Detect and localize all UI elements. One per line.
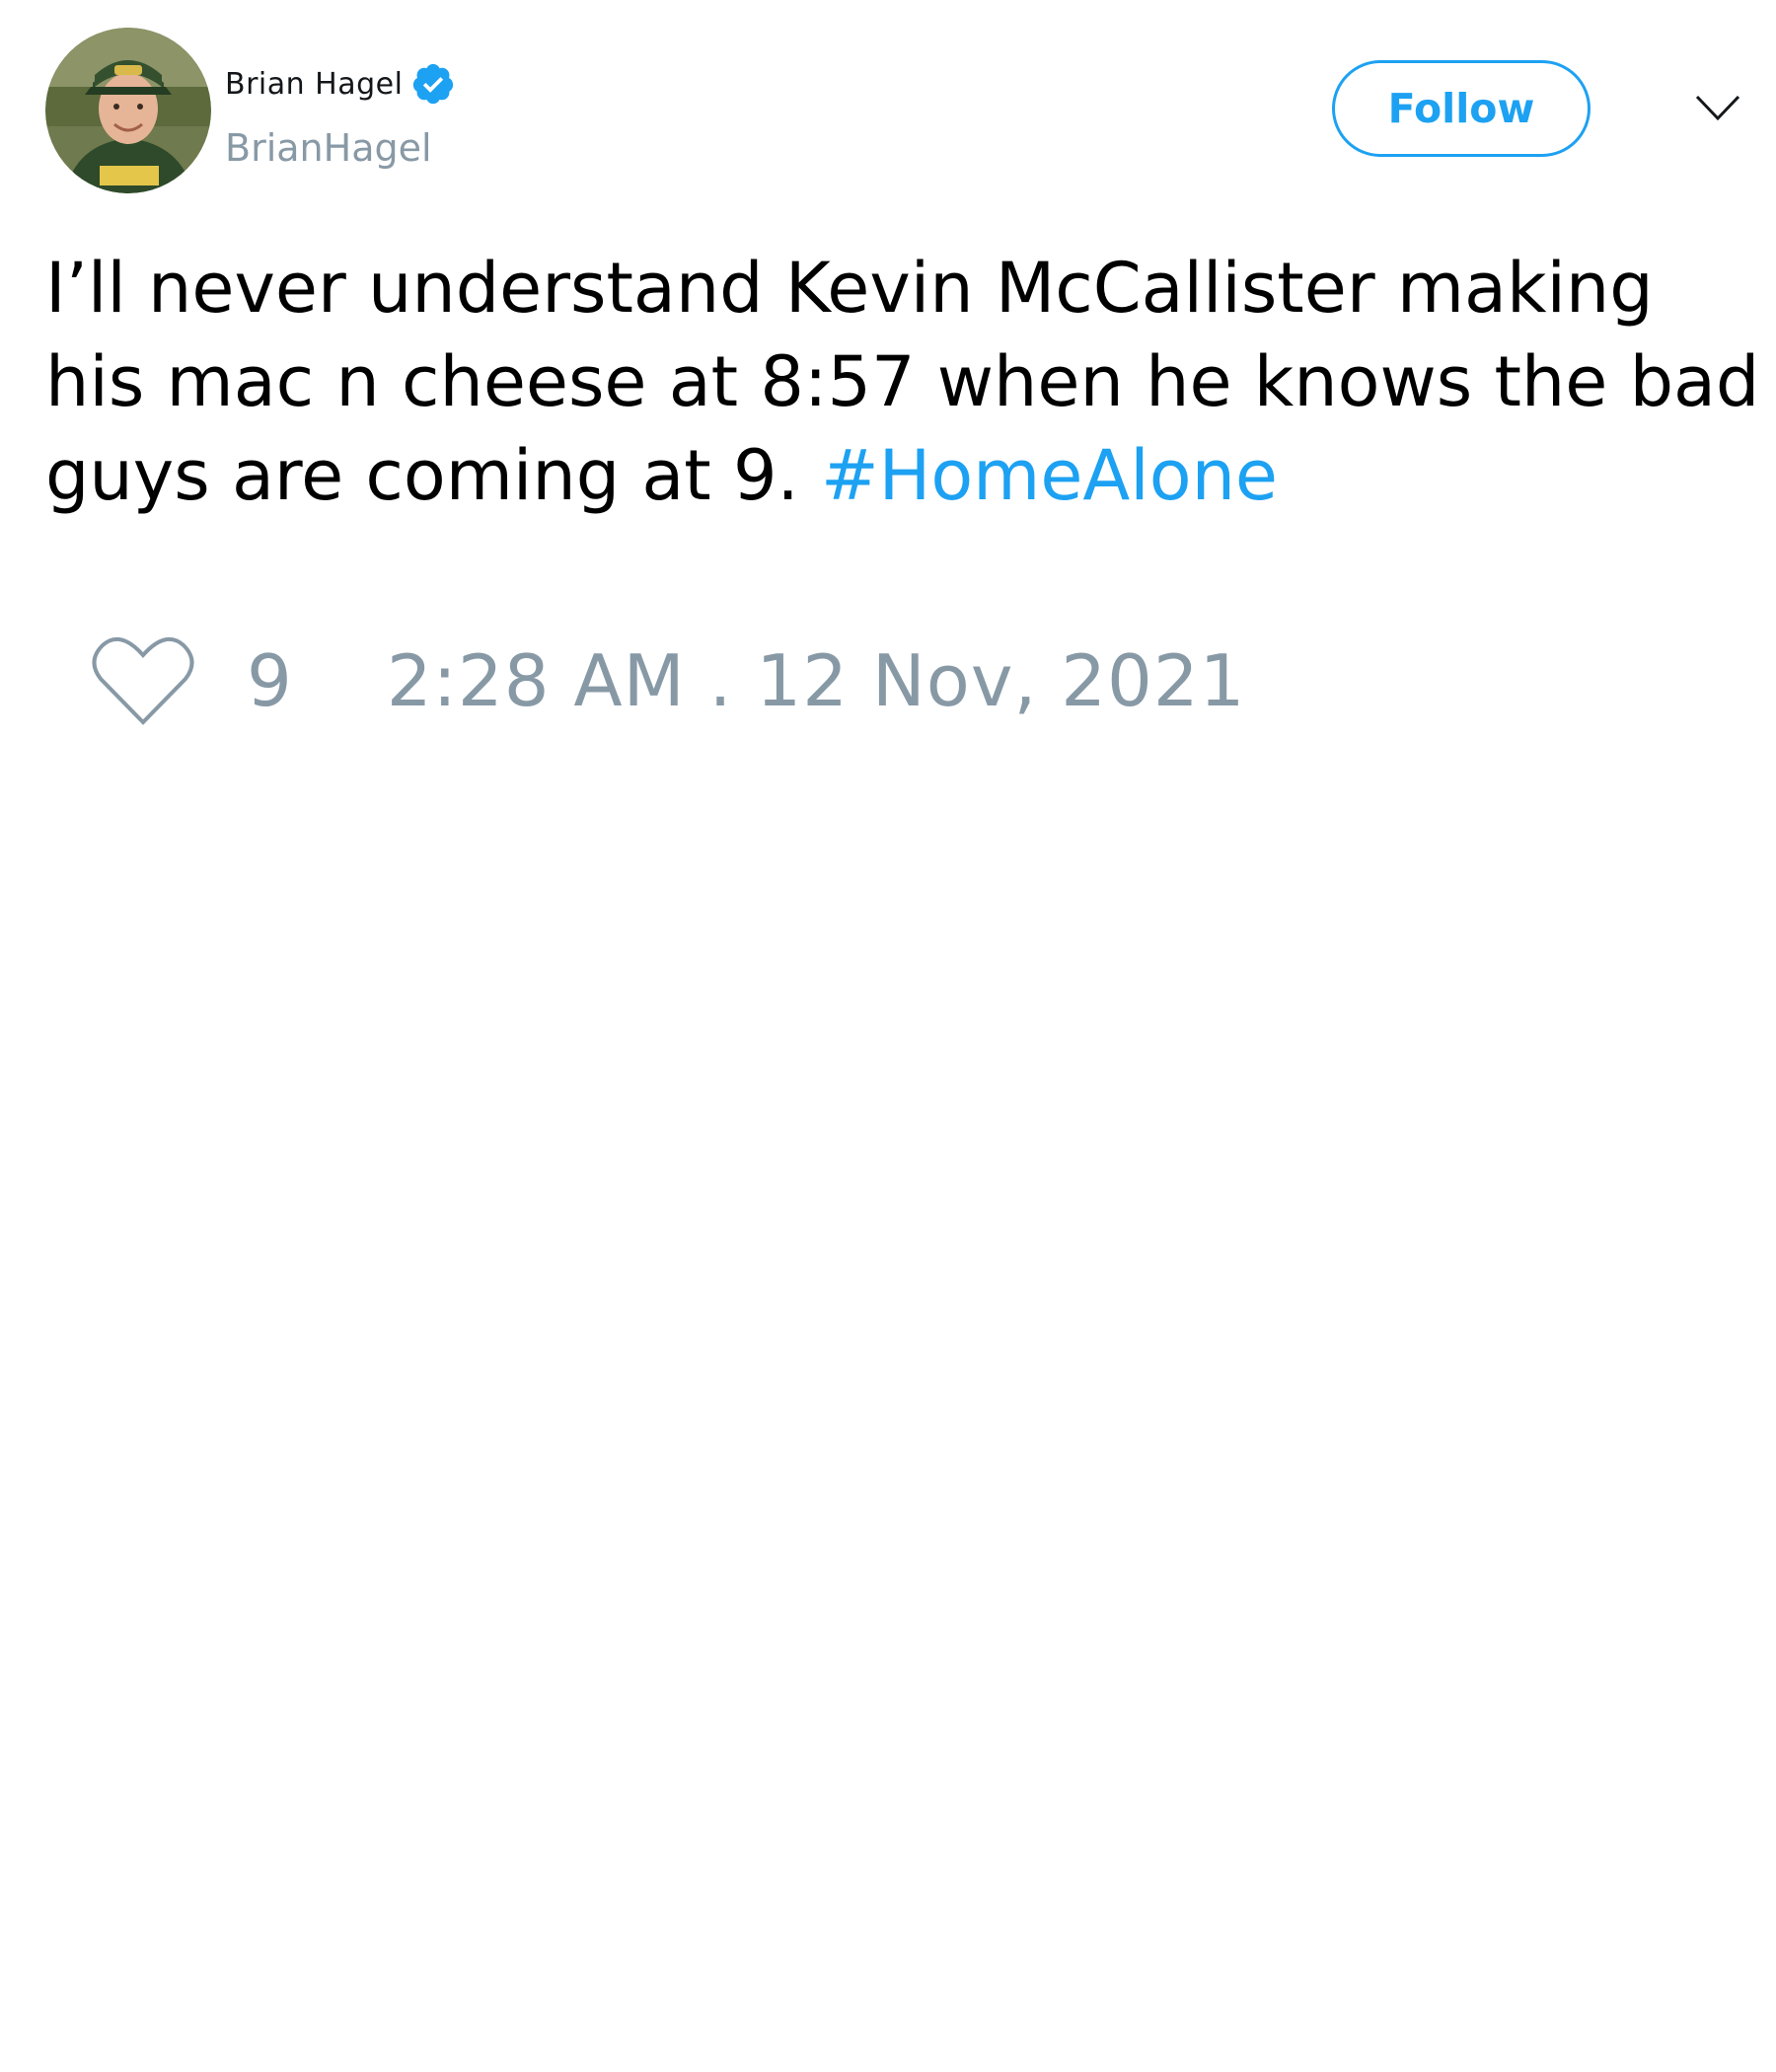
- heart-icon[interactable]: [89, 631, 197, 730]
- display-name-row: Brian Hagel: [225, 59, 456, 109]
- tweet-card: Brian Hagel BrianHagel Follow I’ll never…: [0, 0, 1776, 2072]
- like-count: 9: [247, 639, 292, 722]
- follow-button[interactable]: Follow: [1332, 60, 1591, 157]
- display-name[interactable]: Brian Hagel: [225, 67, 403, 102]
- avatar[interactable]: [45, 28, 211, 193]
- user-handle[interactable]: BrianHagel: [225, 126, 432, 170]
- tweet-timestamp[interactable]: 2:28 AM . 12 Nov, 2021: [387, 639, 1246, 722]
- chevron-down-icon[interactable]: [1693, 91, 1742, 126]
- tweet-footer: 9 2:28 AM . 12 Nov, 2021: [89, 631, 1245, 730]
- hashtag-link[interactable]: #HomeAlone: [821, 435, 1278, 516]
- avatar-photo: [45, 28, 211, 193]
- verified-badge-icon: [410, 61, 456, 107]
- tweet-text: I’ll never understand Kevin McCallister …: [45, 242, 1762, 523]
